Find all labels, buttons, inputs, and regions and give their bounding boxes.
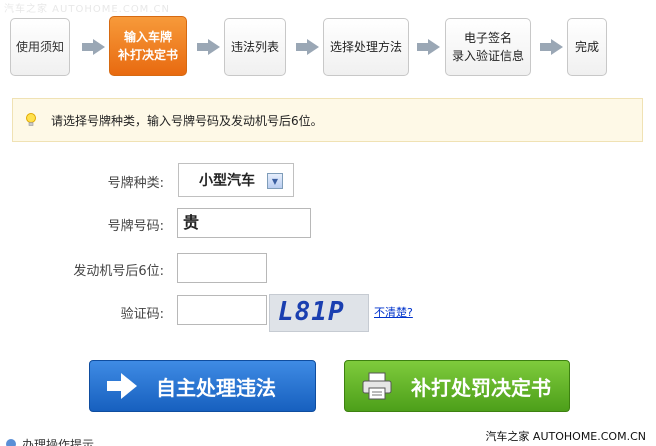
printer-icon (355, 366, 399, 406)
arrow-right-icon (296, 39, 320, 55)
step-enter-plate[interactable]: 输入车牌 补打决定书 (109, 16, 187, 76)
progress-steps: 使用须知 输入车牌 补打决定书 违法列表 选择处理方法 电子签名 录入验证信息 … (10, 16, 650, 78)
arrow-right-icon (417, 39, 441, 55)
step-label: 选择处理方法 (329, 40, 402, 54)
notice-bar: 请选择号牌种类，输入号牌号码及发动机号后6位。 (12, 98, 643, 142)
refresh-captcha-link[interactable]: 不清楚? (374, 304, 413, 320)
bottom-hint[interactable]: 办理操作提示 (6, 436, 94, 446)
captcha-image[interactable]: L81P (269, 294, 369, 332)
watermark-top: 汽车之家 AUTOHOME.COM.CN (4, 4, 170, 15)
arrow-right-icon (197, 39, 221, 55)
step-label: 完成 (574, 40, 599, 54)
captcha-image-text: L81P (278, 297, 345, 327)
step-complete[interactable]: 完成 (567, 18, 607, 76)
captcha-input[interactable] (177, 295, 267, 325)
notice-text: 请选择号牌种类，输入号牌号码及发动机号后6位。 (51, 113, 323, 128)
info-icon (6, 439, 16, 446)
self-process-label: 自主处理违法 (156, 375, 276, 400)
plate-type-value: 小型汽车 (199, 173, 255, 189)
step-label: 使用须知 (15, 40, 64, 54)
chevron-down-icon[interactable]: ▼ (267, 173, 283, 189)
step-label: 电子签名 录入验证信息 (451, 31, 524, 63)
plate-type-select[interactable]: 小型汽车 ▼ (178, 163, 294, 197)
captcha-label: 验证码: (120, 307, 164, 322)
reprint-decision-label: 补打处罚决定书 (411, 375, 551, 400)
reprint-decision-button[interactable]: 补打处罚决定书 (344, 360, 570, 412)
engine-number-label: 发动机号后6位: (73, 264, 164, 279)
plate-type-label: 号牌种类: (107, 176, 164, 191)
arrow-right-icon (540, 39, 564, 55)
step-instructions[interactable]: 使用须知 (10, 18, 70, 76)
plate-number-value: 贵 (183, 213, 200, 232)
arrow-right-icon (82, 39, 106, 55)
step-label: 输入车牌 补打决定书 (117, 30, 178, 62)
watermark: 汽车之家 AUTOHOME.COM.CN (485, 430, 646, 443)
self-process-button[interactable]: 自主处理违法 (89, 360, 316, 412)
lightbulb-icon (26, 113, 36, 126)
step-signature[interactable]: 电子签名 录入验证信息 (445, 18, 531, 76)
plate-number-input[interactable]: 贵 (177, 208, 311, 238)
step-select-method[interactable]: 选择处理方法 (323, 18, 409, 76)
arrow-right-icon (100, 366, 144, 406)
engine-number-input[interactable] (177, 253, 267, 283)
plate-number-label: 号牌号码: (107, 219, 164, 234)
step-violation-list[interactable]: 违法列表 (224, 18, 286, 76)
bottom-hint-text: 办理操作提示 (22, 438, 95, 446)
step-label: 违法列表 (230, 40, 279, 54)
